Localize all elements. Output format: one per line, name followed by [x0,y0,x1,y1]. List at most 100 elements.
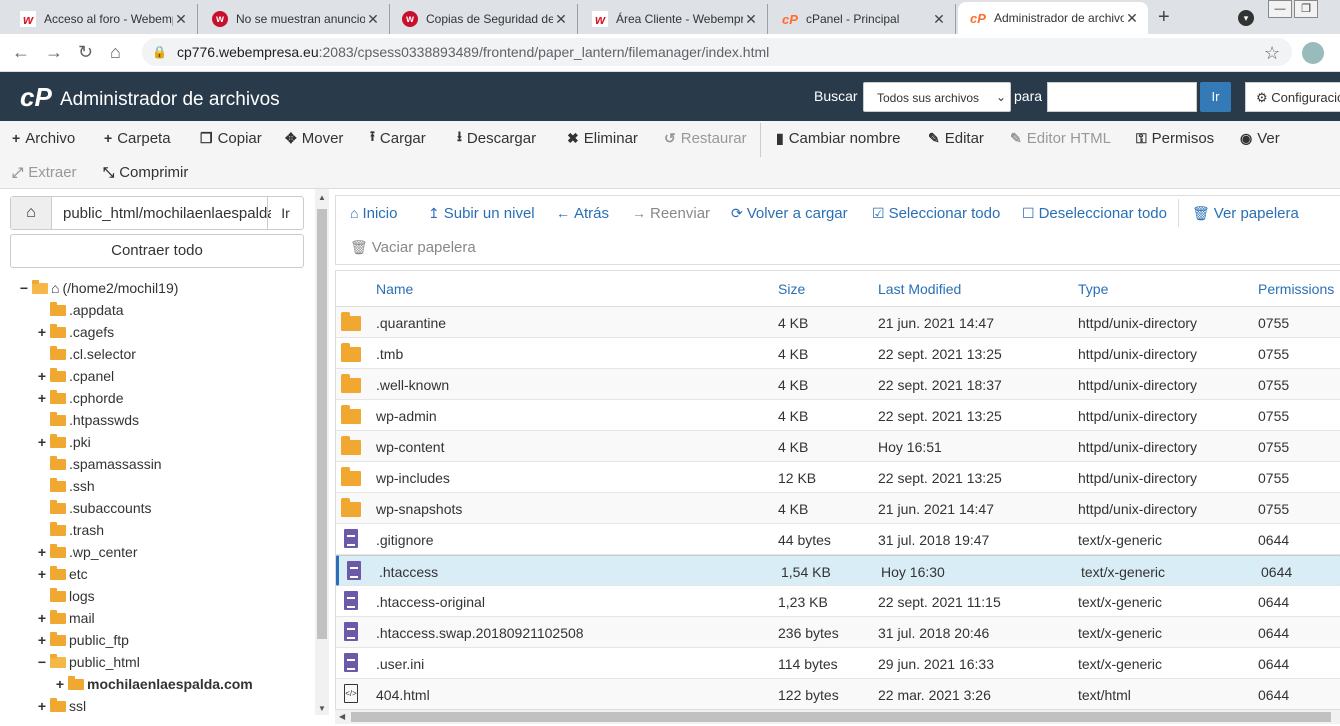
collapse-icon[interactable]: − [36,654,48,670]
tree-item[interactable]: .subaccounts [36,497,152,519]
browser-tab-4[interactable]: w Área Cliente - Webempresa✕ [580,4,768,34]
table-row[interactable]: .gitignore 44 bytes 31 jul. 2018 19:47 text… [336,524,1340,555]
browser-tab-2[interactable]: w No se muestran anuncios ✕ [200,4,390,34]
toolbar-editar-button[interactable]: ✎ Editar [928,121,984,155]
reload-icon[interactable]: ↻ [78,42,93,63]
toolbar-cambiar-nombre-button[interactable]: ▮ Cambiar nombre [776,121,900,155]
minimize-icon[interactable]: — [1268,0,1292,18]
scroll-up-icon[interactable]: ▲ [318,193,326,202]
scroll-left-icon[interactable]: ◀ [339,712,345,721]
toolbar-copiar-button[interactable]: ❐ Copiar [200,121,262,155]
new-tab-button[interactable]: + [1158,6,1170,29]
expand-icon[interactable]: + [36,632,48,648]
search-input[interactable] [1047,82,1197,112]
toolbar-cargar-button[interactable]: ⭱ Cargar [370,121,426,155]
tree-item[interactable]: + .wp_center [36,541,137,563]
nav-deseleccionar-todo-button[interactable]: ☐ Deseleccionar todo [1022,196,1167,230]
expand-icon[interactable]: + [54,676,66,692]
nav-ver-papelera-button[interactable]: 🗑 Ver papelera [1192,196,1299,230]
restore-window-icon[interactable]: ❐ [1294,0,1318,18]
close-tab-icon[interactable]: ✕ [743,11,759,28]
table-row[interactable]: .htaccess 1,54 KB Hoy 16:30 text/x-generic 0… [336,555,1340,586]
tree-item[interactable]: .cl.selector [36,343,136,365]
nav-seleccionar-todo-button[interactable]: ☑ Seleccionar todo [872,196,1000,230]
column-name[interactable]: Name [376,281,413,297]
toolbar-descargar-button[interactable]: ⭳ Descargar [457,121,536,155]
column-type[interactable]: Type [1078,281,1108,297]
tree-item[interactable]: .htpasswds [36,409,139,431]
toolbar-permisos-button[interactable]: ⚿ Permisos [1136,121,1214,155]
table-row[interactable]: wp-includes 12 KB 22 sept. 2021 13:25 httpd… [336,462,1340,493]
close-tab-icon[interactable]: ✕ [365,11,381,28]
search-scope-select[interactable]: Todos sus archivos ⌄ [863,82,1011,112]
toolbar-comprimir-button[interactable]: ⤡ Comprimir [103,155,188,189]
close-tab-icon[interactable]: ✕ [553,11,569,28]
forward-icon[interactable]: → [45,42,63,63]
browser-tab-5[interactable]: cP cPanel - Principal ✕ [770,4,956,34]
nav-subir-un-nivel-button[interactable]: ↥ Subir un nivel [428,196,535,230]
toolbar-eliminar-button[interactable]: ✖ Eliminar [567,121,638,155]
column-size[interactable]: Size [778,281,805,297]
tree-item[interactable]: − ⌂ (/home2/mochil19) [18,277,178,299]
table-row[interactable]: .quarantine 4 KB 21 jun. 2021 14:47 httpd/u… [336,307,1340,338]
expand-icon[interactable]: + [36,390,48,406]
table-row[interactable]: wp-snapshots 4 KB 21 jun. 2021 14:47 httpd/… [336,493,1340,524]
tree-item[interactable]: + .cpanel [36,365,114,387]
tree-item[interactable]: logs [36,585,95,607]
bookmark-star-icon[interactable]: ☆ [1264,43,1280,64]
toolbar-mover-button[interactable]: ✥ Mover [285,121,343,155]
column-permissions[interactable]: Permissions [1258,281,1334,297]
tree-item[interactable]: + .cagefs [36,321,114,343]
nav-atrás-button[interactable]: ← Atrás [556,196,609,230]
scrollbar-thumb[interactable] [317,209,327,639]
close-tab-icon[interactable]: ✕ [173,11,189,28]
table-row[interactable]: wp-admin 4 KB 22 sept. 2021 13:25 httpd/uni… [336,400,1340,431]
table-horizontal-scrollbar[interactable]: ◀ [335,710,1340,724]
browser-tab-3[interactable]: w Copias de Seguridad desde✕ [390,4,578,34]
path-input[interactable]: public_html/mochilaenlaespalda.com [63,205,271,222]
search-go-button[interactable]: Ir [1200,82,1231,112]
table-row[interactable]: .well-known 4 KB 22 sept. 2021 18:37 httpd/… [336,369,1340,400]
collapse-all-button[interactable]: Contraer todo [10,234,304,268]
close-tab-icon[interactable]: ✕ [931,11,947,28]
table-row[interactable]: .user.ini 114 bytes 29 jun. 2021 16:33 text… [336,648,1340,679]
tree-item[interactable]: + ssl [36,695,86,717]
nav-inicio-button[interactable]: ⌂ Inicio [350,196,398,230]
collapse-icon[interactable]: − [18,280,30,296]
tree-item[interactable]: .appdata [36,299,124,321]
tab-search-icon[interactable]: ▾ [1238,10,1254,26]
tree-item[interactable]: + mail [36,607,95,629]
table-row[interactable]: .htaccess-original 1,23 KB 22 sept. 2021 1… [336,586,1340,617]
tree-item[interactable]: + etc [36,563,88,585]
toolbar-ver-button[interactable]: ◉ Ver [1240,121,1280,155]
table-row[interactable]: wp-content 4 KB Hoy 16:51 httpd/unix-direct… [336,431,1340,462]
back-icon[interactable]: ← [12,42,30,63]
column-last-modified[interactable]: Last Modified [878,281,961,297]
expand-icon[interactable]: + [36,324,48,340]
url-bar[interactable]: 🔒 cp776.webempresa.eu:2083/cpsess0338893… [142,38,1292,66]
settings-button[interactable]: ⚙ Configuración [1245,82,1340,112]
expand-icon[interactable]: + [36,368,48,384]
table-row[interactable]: </> 404.html 122 bytes 22 mar. 2021 3:26 tex… [336,679,1340,709]
nav-volver-a-cargar-button[interactable]: ⟳ Volver a cargar [731,196,848,230]
scrollbar-thumb[interactable] [351,712,1331,722]
tree-item[interactable]: + mochilaenlaespalda.com [54,673,253,695]
tree-item[interactable]: .trash [36,519,104,541]
tree-scrollbar[interactable]: ▲ ▼ [315,189,329,715]
table-row[interactable]: .htaccess.swap.20180921102508 236 bytes 31… [336,617,1340,648]
close-tab-icon[interactable]: ✕ [1124,10,1140,27]
tree-item[interactable]: + .cphorde [36,387,123,409]
browser-tab-1[interactable]: w Acceso al foro - Webempresa✕ [8,4,198,34]
expand-icon[interactable]: + [36,566,48,582]
tree-item[interactable]: − public_html [36,651,140,673]
scroll-down-icon[interactable]: ▼ [318,704,326,713]
expand-icon[interactable]: + [36,544,48,560]
tree-item[interactable]: + .pki [36,431,91,453]
tree-item[interactable]: .spamassassin [36,453,162,475]
table-row[interactable]: .tmb 4 KB 22 sept. 2021 13:25 httpd/unix-di… [336,338,1340,369]
profile-avatar[interactable] [1302,42,1324,64]
tree-item[interactable]: + public_ftp [36,629,129,651]
toolbar-carpeta-button[interactable]: + Carpeta [104,121,171,155]
home-icon[interactable]: ⌂ [110,42,121,63]
browser-tab-6[interactable]: cP Administrador de archivos ✕ [958,2,1148,34]
